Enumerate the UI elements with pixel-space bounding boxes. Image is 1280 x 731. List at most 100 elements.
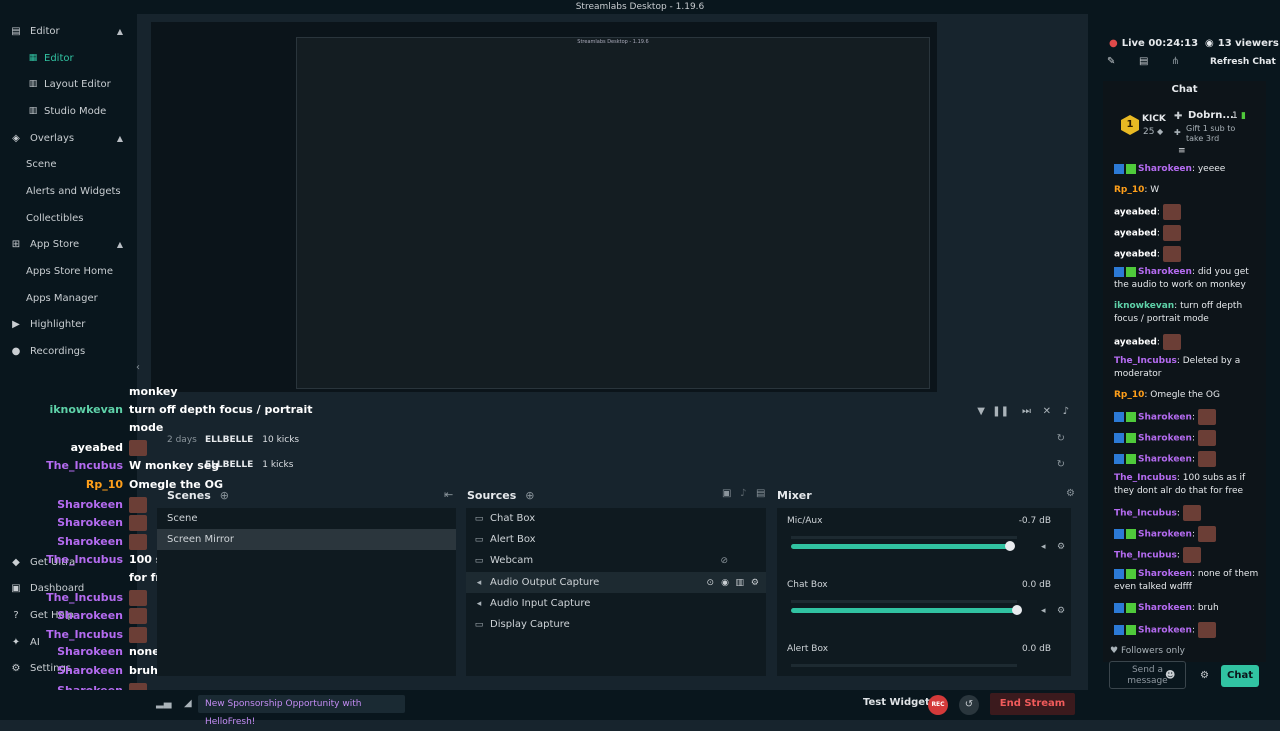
trash-icon[interactable]: ▥ (735, 578, 744, 588)
chat-username[interactable]: ayeabed (1114, 229, 1157, 239)
chat-username[interactable]: Sharokeen (1138, 413, 1192, 423)
source-item[interactable]: ▭ Chat Box (466, 508, 766, 529)
nav-sub-editor[interactable]: ▦ Editor (0, 45, 137, 71)
source-item[interactable]: ▭ Alert Box (466, 529, 766, 550)
dashboard-icon[interactable]: ▤ (1139, 56, 1148, 67)
source-folder-icon[interactable]: ▤ (756, 488, 765, 499)
overlay-chat-line: monkey (0, 385, 178, 398)
nav-highlighter[interactable]: ▶ Highlighter (0, 311, 137, 337)
filter-icon[interactable]: ▼ (977, 406, 985, 417)
nav-overlays-label: Overlays (30, 132, 75, 144)
mute-alerts-icon[interactable]: ✕ (1043, 406, 1051, 417)
scene-item-selected[interactable]: Screen Mirror (157, 529, 456, 550)
hidden-eye-icon[interactable]: ⊘ (720, 556, 728, 566)
chat-username[interactable]: Sharokeen (1138, 434, 1192, 444)
stats-icon[interactable]: ▂▄ (156, 698, 171, 709)
end-stream-button[interactable]: End Stream (990, 693, 1075, 715)
skip-icon[interactable]: ⏭ (1022, 406, 1031, 417)
chat-username[interactable]: Sharokeen (1138, 267, 1192, 277)
chevron-up-icon[interactable]: ▲ (117, 240, 123, 249)
nav-overlays[interactable]: ◈ Overlays ▲ (0, 125, 137, 151)
volume-slider-track[interactable] (791, 544, 1011, 549)
source-item-selected[interactable]: ◂ Audio Output Capture ⊙ ◉ ▥ ⚙ (466, 572, 766, 593)
chat-icon: ▭ (474, 513, 484, 524)
chat-username[interactable]: Sharokeen (1138, 455, 1192, 465)
volume-slider-knob[interactable] (1012, 605, 1022, 615)
chat-username[interactable]: The_Incubus (1114, 473, 1177, 483)
notification-icon[interactable]: ◢ (184, 698, 192, 709)
source-item[interactable]: ▭ Webcam ⊘ (466, 550, 766, 571)
nav-app-store[interactable]: ⊞ App Store ▲ (0, 231, 137, 257)
chevron-up-icon[interactable]: ▲ (117, 134, 123, 143)
event-time: 2 days (167, 435, 197, 445)
mini-window-title: Streamlabs Desktop - 1.19.6 (577, 39, 649, 45)
chat-username[interactable]: The_Incubus (1114, 509, 1177, 519)
chat-username[interactable]: Rp_10 (1114, 185, 1144, 195)
chat-username[interactable]: Sharokeen (1138, 626, 1192, 636)
replay-icon[interactable]: ↻ (1057, 459, 1065, 470)
chat-username[interactable]: ayeabed (1114, 250, 1157, 260)
chat-username[interactable]: The_Incubus (1114, 356, 1177, 366)
nav-sub-studio-mode[interactable]: ▥ Studio Mode (0, 98, 137, 124)
mute-icon[interactable]: ◂ (1041, 542, 1046, 552)
pause-icon[interactable]: ❚❚ (992, 406, 1009, 417)
chat-username[interactable]: Sharokeen (1138, 569, 1192, 579)
scene-item[interactable]: Scene (157, 508, 456, 529)
edit-icon[interactable]: ✎ (1107, 56, 1115, 67)
gear-icon[interactable]: ⚙ (1057, 606, 1065, 616)
chat-username[interactable]: iknowkevan (1114, 301, 1174, 311)
verified-badge-icon (1114, 625, 1124, 635)
collapse-sidebar-icon[interactable]: ‹ (136, 362, 140, 373)
volume-slider-knob[interactable] (1005, 541, 1016, 551)
subscriber-badge-icon (1126, 625, 1136, 635)
chat-username[interactable]: The_Incubus (1114, 551, 1177, 561)
nav-sub-apps-store-home[interactable]: Apps Store Home (0, 258, 137, 284)
source-item[interactable]: ▭ Display Capture (466, 614, 766, 635)
nav-sub-apps-manager[interactable]: Apps Manager (0, 285, 137, 311)
source-audio-icon[interactable]: ♪ (740, 488, 746, 499)
verified-badge-icon (1114, 529, 1124, 539)
add-source-icon[interactable]: ⊕ (525, 489, 534, 502)
nav-editor[interactable]: ▤ Editor ▲ (0, 18, 137, 44)
test-widgets-button[interactable]: Test Widgets (863, 697, 936, 708)
nav-sub-collectibles[interactable]: Collectibles (0, 205, 137, 231)
speaker-icon: ◂ (476, 577, 482, 588)
lock-icon[interactable]: ⊙ (706, 578, 714, 588)
refresh-chat-button[interactable]: Refresh Chat (1210, 57, 1276, 67)
event-user: ELLBELLE (205, 460, 254, 470)
chat-send-button[interactable]: Chat (1221, 665, 1259, 687)
mixer-settings-icon[interactable]: ⚙ (1066, 488, 1075, 499)
share-icon[interactable]: ⋔ (1171, 56, 1179, 67)
volume-icon[interactable]: ♪ (1063, 406, 1069, 417)
overlay-chat-user: Sharokeen (57, 535, 123, 548)
chat-username[interactable]: Sharokeen (1138, 164, 1192, 174)
nav-sub-layout-editor[interactable]: ▥ Layout Editor (0, 71, 137, 97)
chat-username[interactable]: Sharokeen (1138, 530, 1192, 540)
scene-transitions-icon[interactable]: ⇤ (444, 488, 453, 501)
kick-count: 25 (1143, 127, 1155, 137)
nav-sub-scene[interactable]: Scene (0, 151, 137, 177)
replay-buffer-button[interactable]: ↺ (959, 695, 979, 715)
gear-icon[interactable]: ⚙ (751, 578, 759, 588)
mute-icon[interactable]: ◂ (1041, 606, 1046, 616)
expand-leaderboard-icon[interactable]: ≡ (1178, 146, 1186, 156)
emoji-icon[interactable]: ☻ (1165, 670, 1175, 681)
eye-icon[interactable]: ◉ (721, 578, 729, 588)
gear-icon[interactable]: ⚙ (1057, 542, 1065, 552)
volume-slider-track[interactable] (791, 608, 1017, 613)
chevron-up-icon[interactable]: ▲ (117, 27, 123, 36)
add-scene-icon[interactable]: ⊕ (220, 489, 229, 502)
chat-username[interactable]: ayeabed (1114, 338, 1157, 348)
sponsor-notification[interactable]: New Sponsorship Opportunity with HelloFr… (198, 695, 405, 727)
replay-icon[interactable]: ↻ (1057, 433, 1065, 444)
chat-username[interactable]: Rp_10 (1114, 390, 1144, 400)
chat-settings-icon[interactable]: ⚙ (1200, 670, 1209, 681)
sources-header: Sources ⊕ (467, 487, 534, 503)
nav-recordings[interactable]: ● Recordings (0, 338, 137, 364)
chat-username[interactable]: Sharokeen (1138, 603, 1192, 613)
source-layer-icon[interactable]: ▣ (722, 488, 731, 499)
source-item[interactable]: ◂ Audio Input Capture (466, 593, 766, 614)
nav-sub-alerts-widgets[interactable]: Alerts and Widgets (0, 178, 137, 204)
record-button[interactable]: REC (928, 695, 948, 715)
chat-username[interactable]: ayeabed (1114, 208, 1157, 218)
